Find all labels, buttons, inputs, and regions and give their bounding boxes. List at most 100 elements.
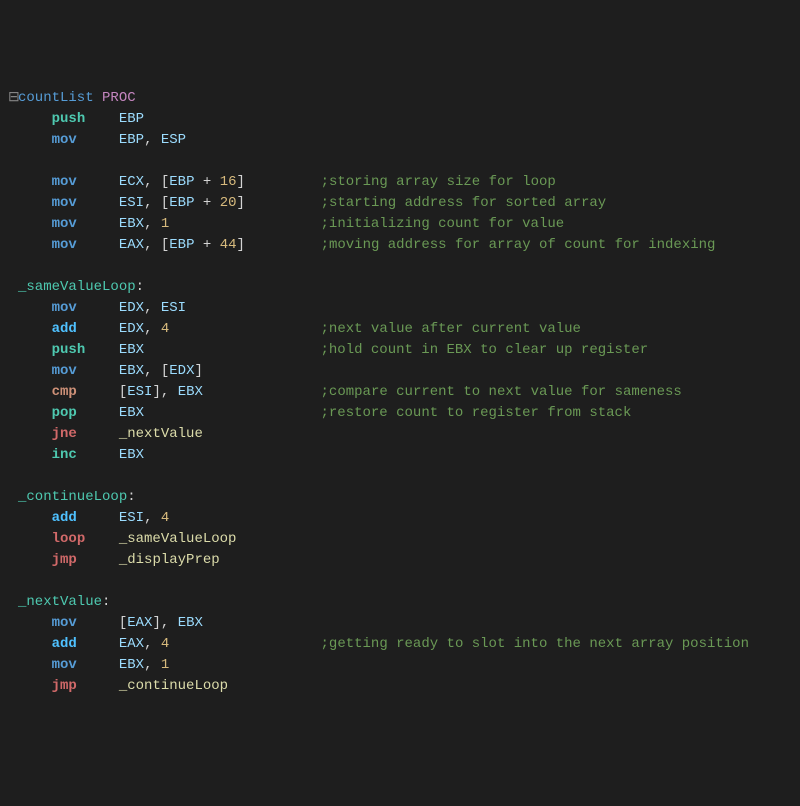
- code-line[interactable]: add EAX, 4 ;getting ready to slot into t…: [8, 634, 800, 655]
- indent: [18, 405, 52, 421]
- token-punct: +: [195, 237, 220, 253]
- token: [77, 657, 119, 673]
- token-reg: EBX: [119, 657, 144, 673]
- code-line[interactable]: jmp _continueLoop: [8, 676, 800, 697]
- token-reg: ESI: [161, 300, 186, 316]
- token: [77, 678, 119, 694]
- gutter: [8, 298, 18, 319]
- token-comment: ;initializing count for value: [321, 216, 565, 232]
- token-punct: ],: [152, 384, 177, 400]
- token-reg: EBX: [119, 342, 144, 358]
- code-line[interactable]: mov EDX, ESI: [8, 298, 800, 319]
- token-punct: ]: [237, 195, 245, 211]
- code-line[interactable]: _sameValueLoop:: [8, 277, 800, 298]
- gutter: [8, 235, 18, 256]
- token-reg: EBP: [169, 174, 194, 190]
- token-kw-jmp: jmp: [52, 552, 77, 568]
- gutter: [8, 550, 18, 571]
- gutter: [8, 445, 18, 466]
- token-kw-inc: inc: [52, 447, 77, 463]
- gutter: [8, 613, 18, 634]
- code-line[interactable]: [8, 571, 800, 592]
- token-kw-mov: mov: [52, 363, 77, 379]
- token-punct: ,: [144, 657, 161, 673]
- code-line[interactable]: mov EBX, [EDX]: [8, 361, 800, 382]
- code-line[interactable]: mov EBP, ESP: [8, 130, 800, 151]
- code-line[interactable]: loop _sameValueLoop: [8, 529, 800, 550]
- token-reg: EBX: [119, 405, 144, 421]
- token-label: _continueLoop: [119, 678, 228, 694]
- code-line[interactable]: _continueLoop:: [8, 487, 800, 508]
- token: [77, 552, 119, 568]
- token-kw-mov: mov: [52, 657, 77, 673]
- code-line[interactable]: mov ECX, [EBP + 16] ;storing array size …: [8, 172, 800, 193]
- fold-icon[interactable]: ⊟: [8, 88, 18, 109]
- token-num: 4: [161, 510, 169, 526]
- token-comment: ;next value after current value: [321, 321, 581, 337]
- token: [77, 321, 119, 337]
- code-line[interactable]: jne _nextValue: [8, 424, 800, 445]
- token-comment: ;hold count in EBX to clear up register: [320, 342, 648, 358]
- token-reg: EAX: [119, 237, 144, 253]
- code-line[interactable]: push EBX ;hold count in EBX to clear up …: [8, 340, 800, 361]
- gutter: [8, 634, 18, 655]
- gutter: [8, 172, 18, 193]
- token-reg: EAX: [119, 636, 144, 652]
- code-line[interactable]: mov EBX, 1: [8, 655, 800, 676]
- token-label: _nextValue: [119, 426, 203, 442]
- token: [77, 384, 119, 400]
- indent: [18, 195, 52, 211]
- code-line[interactable]: mov EBX, 1 ;initializing count for value: [8, 214, 800, 235]
- token: [203, 384, 321, 400]
- token: [77, 132, 119, 148]
- token-kw-mov: mov: [52, 195, 77, 211]
- code-line[interactable]: ⊟countList PROC: [8, 88, 800, 109]
- token: [245, 174, 321, 190]
- token-kw-add: add: [52, 321, 77, 337]
- code-line[interactable]: add EDX, 4 ;next value after current val…: [8, 319, 800, 340]
- token: [77, 510, 119, 526]
- code-line[interactable]: cmp [ESI], EBX ;compare current to next …: [8, 382, 800, 403]
- token-kw-loop: loop: [52, 531, 86, 547]
- token-punct: :: [136, 279, 144, 295]
- token-reg: ESI: [127, 384, 152, 400]
- token-reg: EBP: [169, 237, 194, 253]
- code-line[interactable]: _nextValue:: [8, 592, 800, 613]
- indent: [18, 657, 52, 673]
- token-labeldef: _sameValueLoop: [18, 279, 136, 295]
- token: [245, 237, 321, 253]
- token: [245, 195, 321, 211]
- code-line[interactable]: pop EBX ;restore count to register from …: [8, 403, 800, 424]
- code-line[interactable]: mov ESI, [EBP + 20] ;starting address fo…: [8, 193, 800, 214]
- token: [169, 636, 320, 652]
- indent: [18, 531, 52, 547]
- token-punct: , [: [144, 174, 169, 190]
- token-reg: EDX: [119, 321, 144, 337]
- code-line[interactable]: inc EBX: [8, 445, 800, 466]
- token-label: _sameValueLoop: [119, 531, 237, 547]
- token-punct: ]: [237, 237, 245, 253]
- code-line[interactable]: add ESI, 4: [8, 508, 800, 529]
- code-line[interactable]: push EBP: [8, 109, 800, 130]
- indent: [18, 615, 52, 631]
- code-line[interactable]: mov [EAX], EBX: [8, 613, 800, 634]
- indent: [18, 636, 52, 652]
- indent: [18, 174, 52, 190]
- token-reg: EBX: [178, 384, 203, 400]
- token-comment: ;starting address for sorted array: [321, 195, 607, 211]
- code-editor[interactable]: ⊟countList PROC push EBP mov EBP, ESP mo…: [0, 84, 800, 701]
- code-line[interactable]: [8, 466, 800, 487]
- token-punct: [: [119, 615, 127, 631]
- code-line[interactable]: jmp _displayPrep: [8, 550, 800, 571]
- code-line[interactable]: [8, 151, 800, 172]
- token: [77, 426, 119, 442]
- code-line[interactable]: mov EAX, [EBP + 44] ;moving address for …: [8, 235, 800, 256]
- token-punct: , [: [144, 237, 169, 253]
- gutter: [8, 361, 18, 382]
- code-line[interactable]: [8, 256, 800, 277]
- token-proc-name: countList: [18, 90, 94, 106]
- gutter: [8, 340, 18, 361]
- token-kw-mov: mov: [52, 237, 77, 253]
- token-kw-push: push: [52, 342, 86, 358]
- token: [85, 342, 119, 358]
